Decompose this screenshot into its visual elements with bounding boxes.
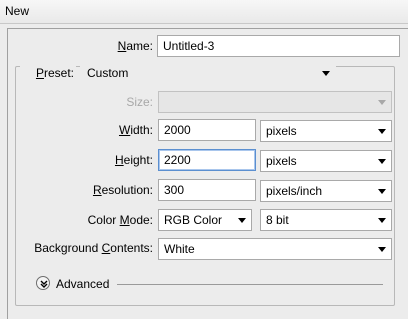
height-input[interactable]: 2200 [158, 149, 256, 171]
chevron-down-icon [238, 218, 246, 223]
color-mode-label: Color Mode: [87, 213, 153, 227]
background-contents-label: Background Contents: [34, 241, 153, 255]
chevron-down-icon [378, 247, 386, 252]
preset-value: Custom [87, 66, 129, 80]
advanced-divider [117, 284, 383, 285]
double-chevron-down-icon [40, 280, 48, 288]
size-dropdown[interactable] [158, 91, 392, 113]
size-label: Size: [126, 95, 153, 109]
height-label: Height: [114, 153, 153, 167]
resolution-input[interactable]: 300 [158, 179, 256, 201]
advanced-toggle-button[interactable] [36, 276, 50, 290]
chevron-down-icon [378, 100, 386, 105]
width-unit-dropdown[interactable]: pixels [260, 120, 392, 142]
height-unit-value: pixels [266, 154, 297, 168]
resolution-unit-dropdown[interactable]: pixels/inch [260, 180, 392, 202]
resolution-label: Resolution: [92, 183, 153, 197]
window-title: New [5, 4, 30, 18]
background-contents-dropdown[interactable]: White [158, 238, 392, 260]
name-input[interactable]: Untitled-3 [157, 35, 400, 57]
bit-depth-dropdown[interactable]: 8 bit [260, 209, 392, 231]
width-label: Width: [118, 123, 153, 137]
preset-dropdown[interactable]: Custom [80, 62, 336, 84]
advanced-label: Advanced [56, 277, 110, 291]
color-mode-dropdown[interactable]: RGB Color [158, 209, 252, 231]
chevron-down-icon [322, 71, 330, 76]
preset-label: Preset: [20, 63, 76, 83]
title-bar: New [0, 0, 408, 24]
height-unit-dropdown[interactable]: pixels [260, 150, 392, 172]
name-label: Name: [117, 39, 153, 53]
width-input[interactable]: 2000 [158, 119, 256, 141]
chevron-down-icon [378, 189, 386, 194]
chevron-down-icon [378, 129, 386, 134]
bit-depth-value: 8 bit [266, 213, 289, 227]
width-unit-value: pixels [266, 124, 297, 138]
color-mode-value: RGB Color [164, 213, 223, 227]
chevron-down-icon [378, 159, 386, 164]
background-contents-value: White [164, 242, 195, 256]
chevron-down-icon [378, 218, 386, 223]
resolution-unit-value: pixels/inch [266, 184, 323, 198]
